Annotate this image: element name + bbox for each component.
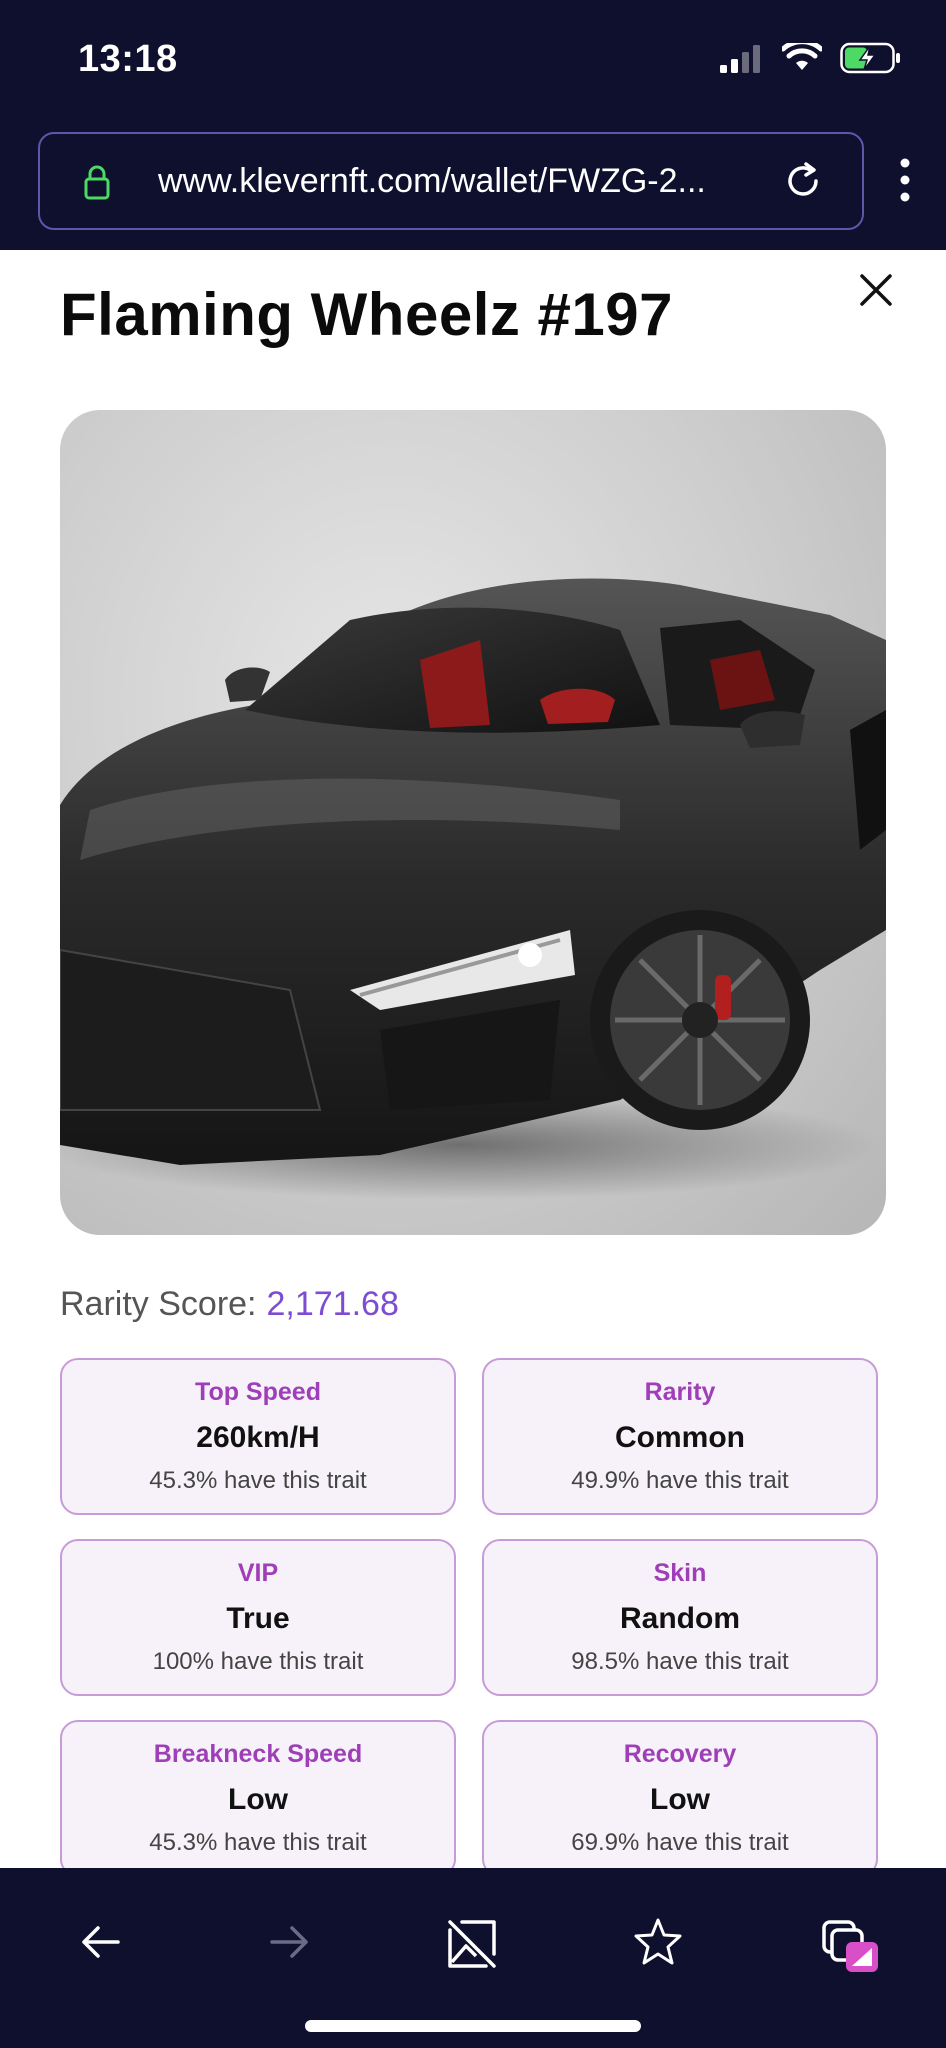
tabs-icon[interactable] xyxy=(818,1912,878,1972)
nft-detail-panel: Flaming Wheelz #197 Rarity Score: 2,171.… xyxy=(0,250,946,1868)
trait-name: Top Speed xyxy=(195,1378,321,1406)
car-illustration xyxy=(60,578,886,1200)
status-time: 13:18 xyxy=(78,38,178,80)
trait-card: Breakneck Speed Low 45.3% have this trai… xyxy=(60,1720,456,1868)
rarity-score-value: 2,171.68 xyxy=(266,1285,399,1323)
no-image-icon[interactable] xyxy=(442,1912,502,1972)
trait-value: Random xyxy=(620,1602,740,1635)
close-icon[interactable] xyxy=(852,266,900,314)
browser-top-bar: 13:18 www.klevernft.com/wallet/FWZG-2... xyxy=(0,0,946,250)
trait-value: Common xyxy=(615,1421,745,1454)
trait-card: Top Speed 260km/H 45.3% have this trait xyxy=(60,1358,456,1515)
phone-screen: 13:18 www.klevernft.com/wallet/FWZG-2...… xyxy=(0,0,946,2048)
trait-percentage: 100% have this trait xyxy=(152,1648,364,1675)
trait-card: VIP True 100% have this trait xyxy=(60,1539,456,1696)
rarity-score-label: Rarity Score: xyxy=(60,1285,257,1323)
home-indicator xyxy=(305,2020,641,2032)
trait-card: Skin Random 98.5% have this trait xyxy=(482,1539,878,1696)
trait-card: Recovery Low 69.9% have this trait xyxy=(482,1720,878,1868)
trait-card: Rarity Common 49.9% have this trait xyxy=(482,1358,878,1515)
back-arrow-icon[interactable] xyxy=(72,1912,132,1972)
browser-bottom-bar xyxy=(0,1868,946,2048)
lock-icon xyxy=(84,164,110,205)
battery-charging-icon xyxy=(840,42,902,79)
forward-arrow-icon[interactable] xyxy=(258,1912,318,1972)
star-icon[interactable] xyxy=(628,1912,688,1972)
trait-name: VIP xyxy=(237,1559,279,1587)
trait-value: Low xyxy=(650,1783,710,1816)
more-menu-icon[interactable] xyxy=(898,158,912,207)
reload-icon[interactable] xyxy=(782,160,824,207)
trait-value: 260km/H xyxy=(196,1421,320,1454)
trait-name: Breakneck Speed xyxy=(153,1740,363,1768)
nft-title: Flaming Wheelz #197 xyxy=(60,281,674,348)
trait-percentage: 69.9% have this trait xyxy=(571,1829,789,1856)
trait-value: Low xyxy=(228,1783,288,1816)
url-bar[interactable]: www.klevernft.com/wallet/FWZG-2... xyxy=(38,132,864,230)
trait-percentage: 45.3% have this trait xyxy=(149,1467,367,1494)
signal-icon xyxy=(720,43,764,78)
status-icons xyxy=(720,39,902,79)
trait-percentage: 45.3% have this trait xyxy=(149,1829,367,1856)
trait-name: Rarity xyxy=(644,1378,716,1406)
trait-percentage: 98.5% have this trait xyxy=(571,1648,789,1675)
trait-value: True xyxy=(226,1602,290,1635)
url-text[interactable]: www.klevernft.com/wallet/FWZG-2... xyxy=(158,162,706,201)
trait-percentage: 49.9% have this trait xyxy=(571,1467,789,1494)
trait-name: Skin xyxy=(653,1559,707,1587)
traits-grid: Top Speed 260km/H 45.3% have this trait … xyxy=(60,1358,878,1868)
wifi-icon xyxy=(780,39,824,78)
nft-image xyxy=(60,410,886,1235)
trait-name: Recovery xyxy=(623,1740,737,1768)
rarity-score: Rarity Score: 2,171.68 xyxy=(60,1285,399,1324)
